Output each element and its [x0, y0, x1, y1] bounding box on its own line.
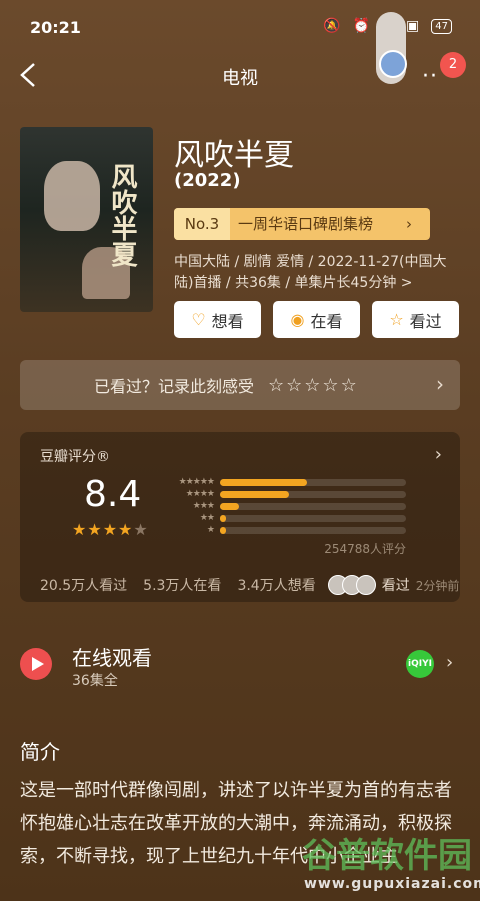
heart-plus-icon: ♡ [191, 310, 206, 329]
poster-figure-woman [44, 161, 100, 231]
rank-name: 一周华语口碑剧集榜 [238, 215, 374, 233]
watch-stats: 20.5万人看过 5.3万人在看 3.4万人想看 看过 2分钟前 [40, 575, 460, 595]
action-buttons: ♡ 想看 ◉ 在看 ☆ 看过 [174, 301, 459, 338]
watermark-url: www.gupuxiazai.com [304, 876, 480, 892]
rating-bar-row: ★ [166, 524, 406, 536]
want-count: 3.4万人想看 [237, 578, 316, 594]
rating-count: 254788人评分 [324, 542, 406, 556]
show-title: 风吹半夏 [174, 138, 294, 173]
rating-bar-fill [220, 490, 289, 498]
iqiyi-icon[interactable]: iQIYI [406, 650, 434, 678]
target-icon: ◉ [290, 310, 305, 329]
friend-avatars[interactable] [327, 575, 376, 595]
mute-icon: 🔕 [323, 18, 341, 34]
rating-stars: ★★★★★ [72, 520, 149, 539]
rating-bar-track [220, 526, 406, 534]
intro-heading: 简介 [20, 740, 60, 764]
avatar [355, 575, 376, 595]
rating-label: 豆瓣评分® [40, 449, 110, 465]
watching-button[interactable]: ◉ 在看 [273, 301, 360, 338]
poster-title: 风吹半夏 [107, 163, 137, 267]
more-icon[interactable]: ·· [422, 64, 438, 89]
rating-bar-label: ★★ [199, 513, 215, 523]
rating-bar-fill [220, 478, 308, 486]
want-button[interactable]: ♡ 想看 [174, 301, 261, 338]
rating-bar-track [220, 490, 406, 498]
friends-seen-label: 看过 [381, 578, 410, 594]
watched-label: 看过 [409, 311, 442, 331]
watching-count: 5.3万人在看 [143, 578, 222, 594]
rating-stars-empty: ★ [133, 520, 149, 539]
watched-count: 20.5万人看过 [40, 578, 128, 594]
online-watch-title[interactable]: 在线观看 [72, 642, 152, 671]
rank-badge[interactable]: No.3 一周华语口碑剧集榜 › [174, 208, 430, 240]
douban-rating-card[interactable]: 豆瓣评分® › 8.4 ★★★★★ ★★★★★ ★★★★ ★★★ ★★ ★ 254788… [20, 432, 460, 602]
rating-bar-label: ★★★ [192, 501, 215, 511]
avatar[interactable] [379, 50, 407, 78]
watching-label: 在看 [310, 311, 343, 331]
rating-distribution: ★★★★★ ★★★★ ★★★ ★★ ★ [166, 476, 406, 536]
rating-bar-fill [220, 526, 226, 534]
star-icon: ☆ [389, 310, 404, 329]
rating-bar-row: ★★★★ [166, 488, 406, 500]
page-title: 电视 [222, 68, 258, 89]
want-label: 想看 [211, 311, 244, 331]
rating-bar-row: ★★★★★ [166, 476, 406, 488]
rating-bar-label: ★ [206, 525, 215, 535]
status-time: 20:21 [30, 18, 81, 37]
rating-bar-fill [220, 514, 226, 522]
cast-icon: ▣ [406, 18, 420, 34]
online-watch-episodes: 36集全 [72, 673, 118, 689]
rating-bar-row: ★★ [166, 512, 406, 524]
chevron-right-icon: › [436, 372, 444, 396]
rating-bar-fill [220, 502, 239, 510]
watermark-logo: 谷普软件园 [302, 836, 472, 876]
record-feeling-bar[interactable]: 已看过？记录此刻感受 ☆☆☆☆☆ › [20, 360, 460, 410]
rating-bar-track [220, 502, 406, 510]
rating-bar-label: ★★★★ [185, 489, 215, 499]
chevron-right-icon: › [434, 444, 442, 465]
play-icon[interactable] [20, 648, 52, 680]
rating-stars-full: ★★★★ [72, 520, 134, 539]
battery-indicator: 47 [431, 18, 452, 34]
rating-bar-track [220, 514, 406, 522]
rating-bar-row: ★★★ [166, 500, 406, 512]
rating-bar-track [220, 478, 406, 486]
record-text: 已看过？记录此刻感受 [94, 377, 255, 396]
rank-number: No.3 [174, 208, 230, 240]
rating-bar-label: ★★★★★ [178, 477, 215, 487]
watched-button[interactable]: ☆ 看过 [372, 301, 459, 338]
show-meta[interactable]: 中国大陆 / 剧情 爱情 / 2022-11-27(中国大陆)首播 / 共36集… [174, 252, 459, 294]
show-year: (2022) [174, 170, 241, 191]
poster-image[interactable]: 风吹半夏 [20, 127, 153, 312]
notification-badge[interactable]: 2 [440, 52, 466, 78]
chevron-right-icon[interactable]: › [446, 652, 453, 673]
rating-stars-input[interactable]: ☆☆☆☆☆ [268, 375, 359, 396]
alarm-icon: ⏰ [352, 18, 371, 34]
friends-seen-time: 2分钟前 [415, 578, 460, 593]
rating-score: 8.4 [84, 474, 142, 515]
chevron-right-icon: › [406, 215, 412, 233]
